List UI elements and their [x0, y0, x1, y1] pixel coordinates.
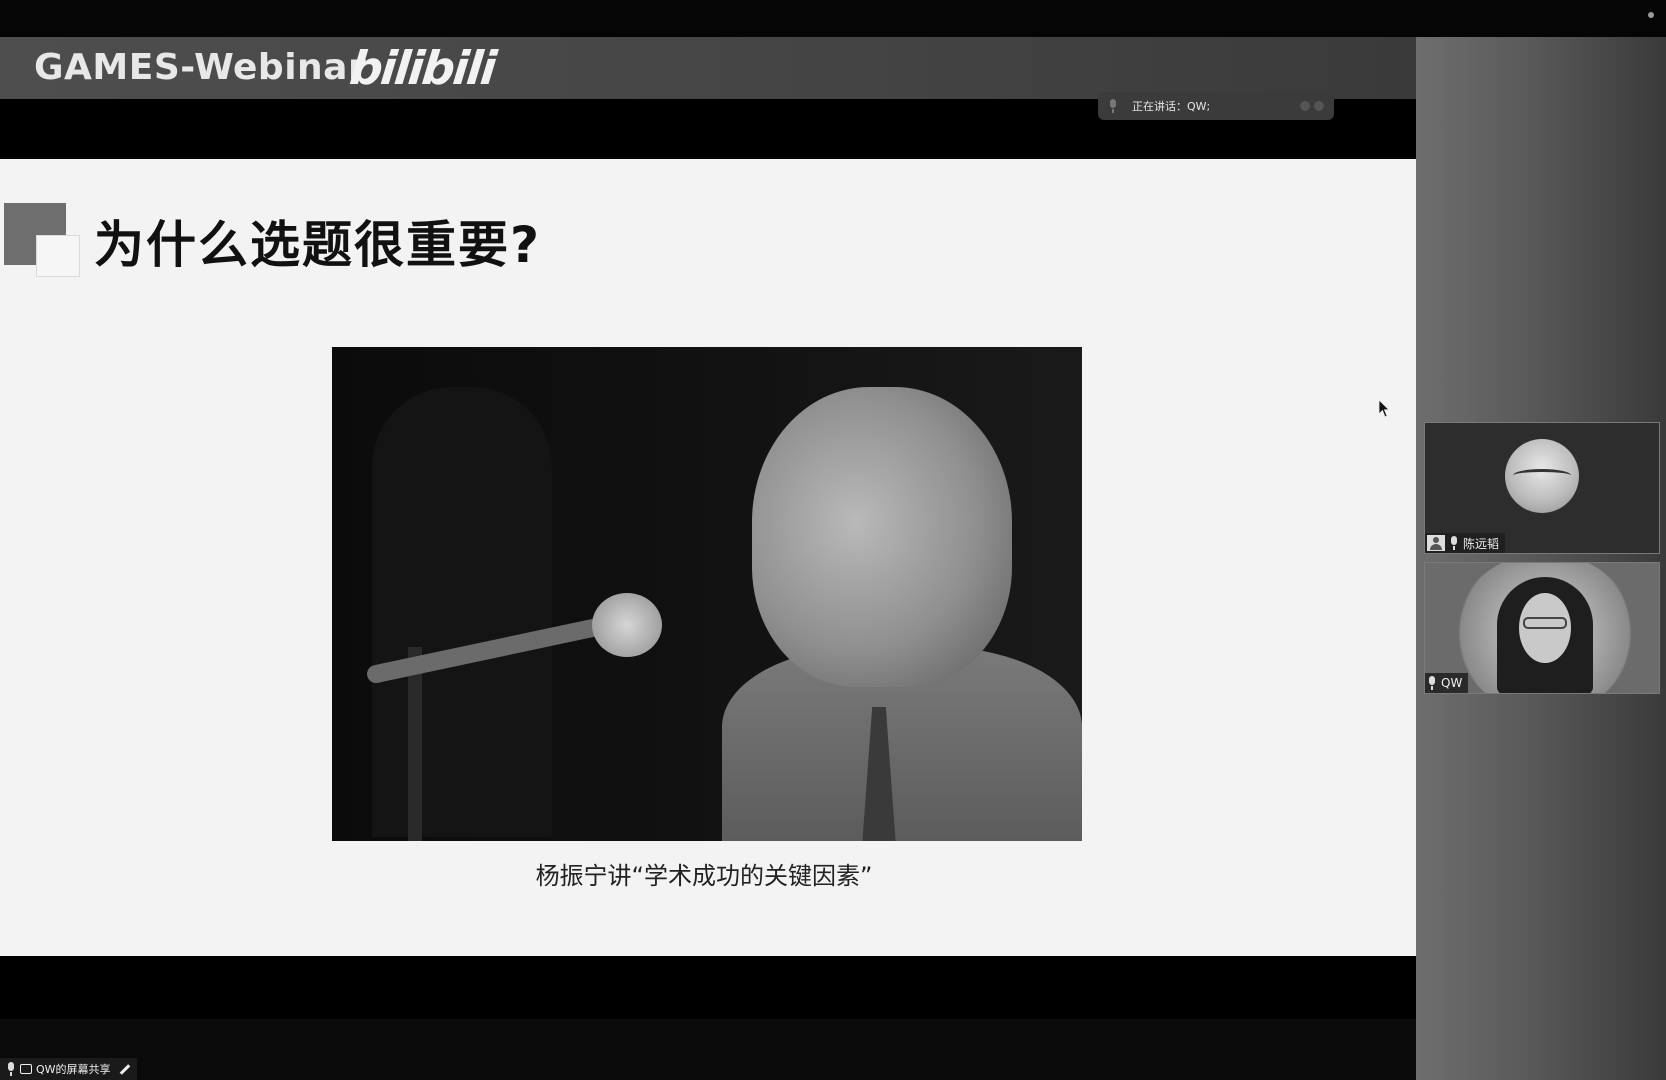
slide-photo	[332, 347, 1082, 841]
window-dot-icon[interactable]	[1648, 12, 1654, 18]
screen-share-label: QW的屏幕共享	[36, 1063, 111, 1076]
microphone-icon	[1108, 99, 1118, 113]
presentation-slide: 为什么选题很重要? 杨振宁讲“学术成功的关键因素”	[0, 159, 1416, 956]
avatar	[1505, 439, 1579, 513]
dot-icon	[1300, 101, 1310, 111]
user-icon	[1427, 535, 1445, 551]
slide-title: 为什么选题很重要?	[94, 216, 542, 274]
top-strip	[0, 0, 1666, 37]
speaker-head	[752, 387, 1012, 687]
participant-label: 陈远韬	[1425, 533, 1506, 553]
speaking-name: QW;	[1187, 99, 1211, 113]
speaking-controls[interactable]	[1300, 101, 1324, 111]
participant-tile[interactable]: QW	[1424, 562, 1660, 694]
photo-caption-text: 杨振宁讲“学术成功的关键因素”	[535, 862, 873, 890]
bilibili-logo: bilibili	[347, 41, 498, 95]
pencil-icon[interactable]	[119, 1063, 130, 1075]
screen-share-icon	[20, 1064, 32, 1074]
banner-title: GAMES-Webinar	[34, 47, 367, 88]
participant-panel: 陈远韬 QW	[1416, 37, 1666, 1080]
speaking-indicator: 正在讲话： QW;	[1098, 92, 1334, 120]
video-glasses	[1523, 617, 1567, 629]
participant-name: QW	[1441, 676, 1463, 690]
dot-icon	[1314, 101, 1324, 111]
microphone-icon	[1427, 676, 1437, 690]
letterbox-bottom	[0, 956, 1416, 1019]
speaking-label: 正在讲话：	[1132, 100, 1187, 113]
webinar-banner: GAMES-Webinar bilibili	[0, 37, 1416, 99]
participant-name: 陈远韬	[1463, 536, 1500, 551]
participant-video	[1497, 577, 1593, 693]
participant-tile[interactable]: 陈远韬	[1424, 422, 1660, 554]
photo-caption: 杨振宁讲“学术成功的关键因素”	[0, 856, 1416, 891]
photo-background-figure	[372, 387, 552, 837]
participant-label: QW	[1425, 673, 1469, 693]
microphone-head	[592, 593, 662, 657]
screen-share-badge[interactable]: QW的屏幕共享	[0, 1058, 137, 1080]
slide-decoration	[36, 235, 80, 277]
microphone-icon	[6, 1062, 16, 1076]
microphone-muted-icon	[1449, 536, 1459, 550]
shared-screen: GAMES-Webinar bilibili 正在讲话： QW; 为什么选题很重…	[0, 37, 1416, 1019]
microphone-stand	[408, 647, 422, 841]
